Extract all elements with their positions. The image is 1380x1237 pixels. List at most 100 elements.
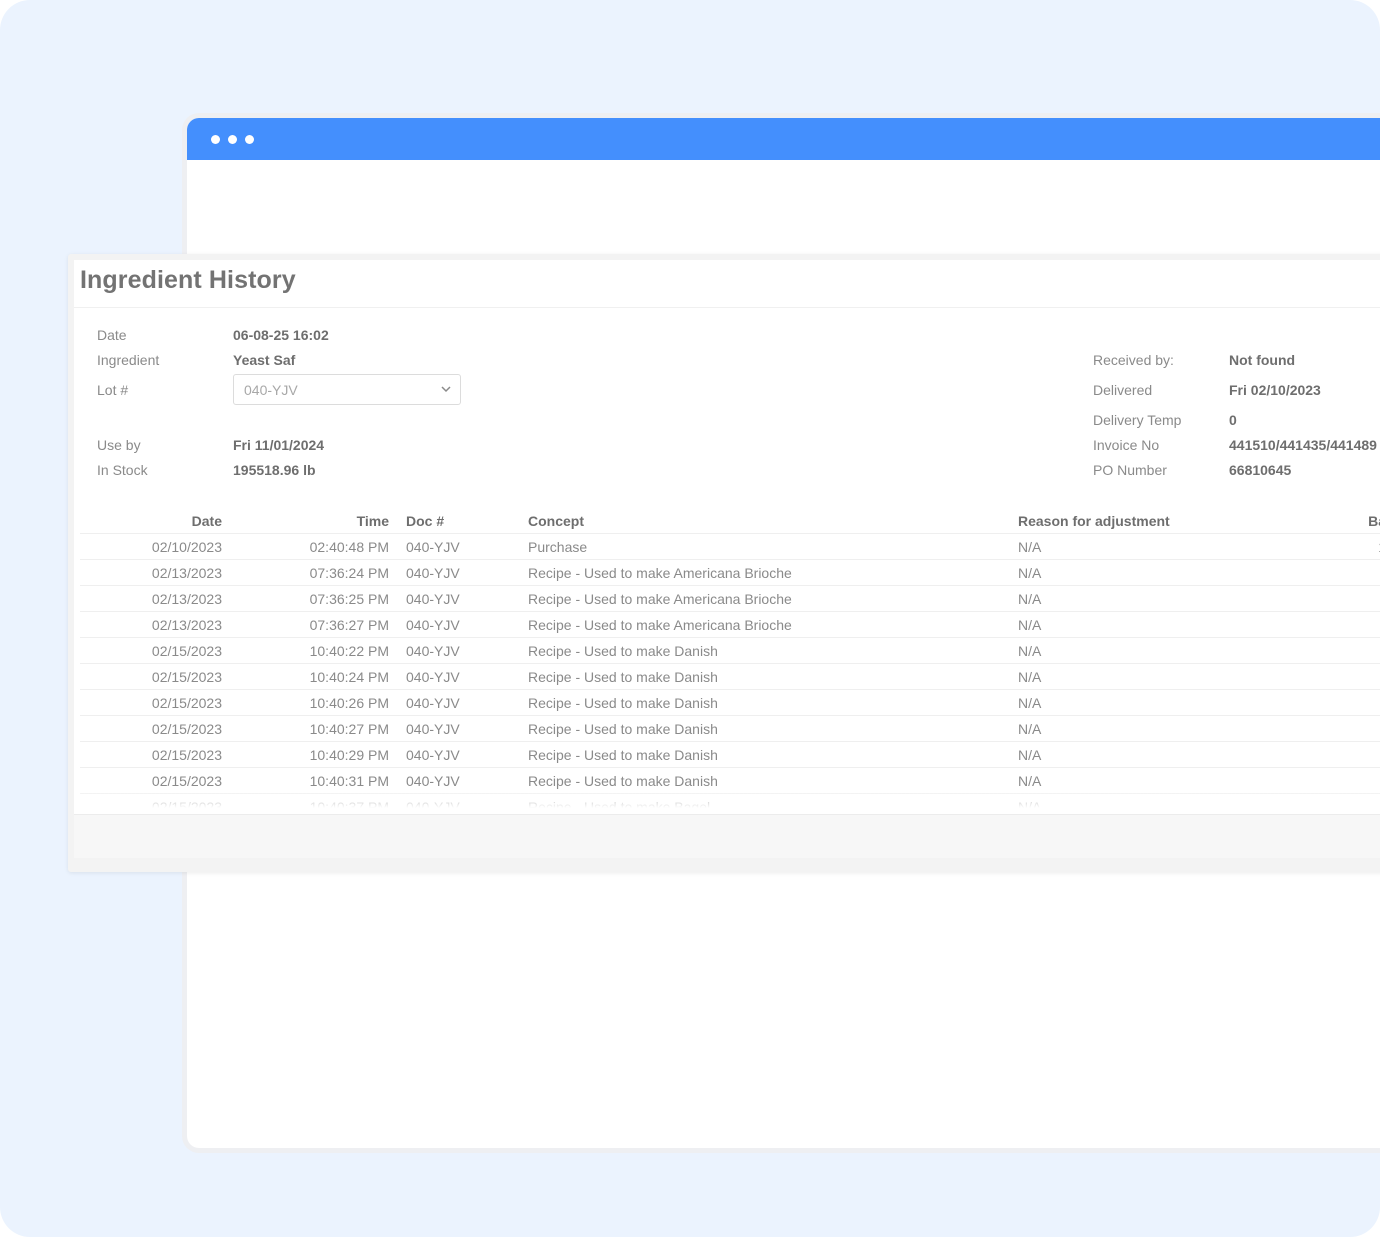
ingredient-value: Yeast Saf bbox=[233, 352, 296, 368]
title-divider bbox=[74, 307, 1380, 308]
cell-time: 02:40:48 PM bbox=[309, 539, 389, 555]
invoice-value: 441510/441435/441489 bbox=[1229, 437, 1377, 453]
cell-time: 10:40:27 PM bbox=[309, 721, 389, 737]
cell-time: 07:36:27 PM bbox=[309, 617, 389, 633]
cell-concept: Recipe - Used to make Americana Brioche bbox=[528, 565, 792, 581]
cell-date: 02/15/2023 bbox=[151, 643, 222, 659]
table-body: 02/10/2023 02:40:48 PM 040-YJV Purchase N/A 1… bbox=[80, 534, 1380, 808]
cell-concept: Purchase bbox=[528, 539, 588, 555]
date-value: 06-08-25 16:02 bbox=[233, 327, 329, 343]
modal-title: Ingredient History bbox=[80, 266, 296, 294]
delivery-temp-value: 0 bbox=[1229, 412, 1237, 428]
table-row[interactable]: 02/15/2023 10:40:29 PM 040-YJV Recipe - Use… bbox=[80, 742, 1380, 768]
cell-doc: 040-YJV bbox=[406, 747, 460, 763]
use-by-value: Fri 11/01/2024 bbox=[233, 437, 325, 453]
header-concept[interactable]: Concept bbox=[528, 513, 584, 529]
ingredient-history-modal: Ingredient History Date 06-08-25 16:02 I… bbox=[68, 254, 1380, 872]
received-by-value: Not found bbox=[1229, 352, 1296, 368]
cell-date: 02/15/2023 bbox=[151, 669, 222, 685]
modal-content: Ingredient History Date 06-08-25 16:02 I… bbox=[74, 260, 1380, 858]
cell-concept: Recipe - Used to make Danish bbox=[528, 643, 718, 659]
cell-doc: 040-YJV bbox=[406, 539, 460, 555]
table-header: Date Time Doc # Concept Reason for adjus… bbox=[80, 510, 1380, 534]
cell-reason: N/A bbox=[1018, 695, 1042, 711]
cell-reason: N/A bbox=[1018, 617, 1042, 633]
table-row[interactable]: 02/15/2023 10:40:22 PM 040-YJV Recipe - Use… bbox=[80, 638, 1380, 664]
cell-time: 10:40:26 PM bbox=[309, 695, 389, 711]
date-label: Date bbox=[97, 327, 127, 343]
delivered-label: Delivered bbox=[1093, 382, 1153, 398]
cell-reason: N/A bbox=[1018, 643, 1042, 659]
po-number-label: PO Number bbox=[1093, 462, 1167, 478]
table-row[interactable]: 02/15/2023 10:40:27 PM 040-YJV Recipe - Use… bbox=[80, 716, 1380, 742]
cell-reason: N/A bbox=[1018, 591, 1042, 607]
cell-time: 10:40:31 PM bbox=[309, 773, 389, 789]
cell-time: 07:36:24 PM bbox=[309, 565, 389, 581]
cell-reason: N/A bbox=[1018, 669, 1042, 685]
invoice-label: Invoice No bbox=[1093, 437, 1160, 453]
cell-doc: 040-YJV bbox=[406, 669, 460, 685]
in-stock-label: In Stock bbox=[97, 462, 148, 478]
cell-doc: 040-YJV bbox=[406, 773, 460, 789]
in-stock-value: 195518.96 lb bbox=[233, 462, 316, 478]
cell-doc: 040-YJV bbox=[406, 617, 460, 633]
modal-footer bbox=[74, 814, 1380, 858]
cell-reason: N/A bbox=[1018, 539, 1042, 555]
cell-time: 10:40:29 PM bbox=[309, 747, 389, 763]
table-row[interactable]: 02/15/2023 10:40:26 PM 040-YJV Recipe - Use… bbox=[80, 690, 1380, 716]
cell-date: 02/15/2023 bbox=[151, 721, 222, 737]
received-by-label: Received by: bbox=[1093, 352, 1174, 368]
cell-time: 10:40:24 PM bbox=[309, 669, 389, 685]
table-row[interactable]: 02/13/2023 07:36:27 PM 040-YJV Recipe - Use… bbox=[80, 612, 1380, 638]
table-row[interactable]: 02/15/2023 10:40:31 PM 040-YJV Recipe - Use… bbox=[80, 768, 1380, 794]
cell-doc: 040-YJV bbox=[406, 565, 460, 581]
table-row[interactable]: 02/15/2023 10:40:24 PM 040-YJV Recipe - Use… bbox=[80, 664, 1380, 690]
cell-date: 02/15/2023 bbox=[151, 773, 222, 789]
cell-doc: 040-YJV bbox=[406, 591, 460, 607]
cell-reason: N/A bbox=[1018, 565, 1042, 581]
cell-concept: Recipe - Used to make Americana Brioche bbox=[528, 617, 792, 633]
header-balance[interactable]: Ba bbox=[1356, 513, 1380, 529]
table-row[interactable]: 02/13/2023 07:36:24 PM 040-YJV Recipe - Use… bbox=[80, 560, 1380, 586]
table-row[interactable]: 02/10/2023 02:40:48 PM 040-YJV Purchase N/A 1 bbox=[80, 534, 1380, 560]
header-date[interactable]: Date bbox=[80, 513, 222, 529]
cell-concept: Recipe - Used to make Danish bbox=[528, 773, 718, 789]
cell-date: 02/15/2023 bbox=[151, 747, 222, 763]
window-dot-icon[interactable] bbox=[245, 134, 254, 144]
cell-balance: 1 bbox=[1356, 539, 1380, 555]
window-dot-icon[interactable] bbox=[211, 134, 220, 144]
header-reason[interactable]: Reason for adjustment bbox=[1018, 513, 1170, 529]
cell-date: 02/10/2023 bbox=[151, 539, 222, 555]
cell-doc: 040-YJV bbox=[406, 643, 460, 659]
cell-doc: 040-YJV bbox=[406, 695, 460, 711]
header-doc[interactable]: Doc # bbox=[406, 513, 444, 529]
cell-reason: N/A bbox=[1018, 747, 1042, 763]
lot-select[interactable]: 040-YJV bbox=[233, 374, 461, 405]
lot-select-value: 040-YJV bbox=[244, 381, 298, 398]
cell-concept: Recipe - Used to make Danish bbox=[528, 669, 718, 685]
table-row[interactable]: 02/13/2023 07:36:25 PM 040-YJV Recipe - Use… bbox=[80, 586, 1380, 612]
cell-concept: Recipe - Used to make Americana Brioche bbox=[528, 591, 792, 607]
po-number-value: 66810645 bbox=[1229, 462, 1292, 478]
page-background: Ingredient History Date 06-08-25 16:02 I… bbox=[0, 0, 1380, 1237]
cell-reason: N/A bbox=[1018, 773, 1042, 789]
cell-doc: 040-YJV bbox=[406, 721, 460, 737]
cell-concept: Recipe - Used to make Danish bbox=[528, 721, 718, 737]
cell-concept: Recipe - Used to make Danish bbox=[528, 747, 718, 763]
cell-time: 10:40:22 PM bbox=[309, 643, 389, 659]
delivery-temp-label: Delivery Temp bbox=[1093, 412, 1182, 428]
cell-date: 02/13/2023 bbox=[151, 565, 222, 581]
chevron-down-icon bbox=[441, 386, 451, 393]
cell-date: 02/15/2023 bbox=[151, 695, 222, 711]
browser-title-bar bbox=[187, 118, 1380, 160]
cell-time: 07:36:25 PM bbox=[309, 591, 389, 607]
lot-label: Lot # bbox=[97, 382, 129, 398]
history-table[interactable]: Date Time Doc # Concept Reason for adjus… bbox=[80, 510, 1380, 808]
cell-concept: Recipe - Used to make Danish bbox=[528, 695, 718, 711]
scroll-fade bbox=[80, 792, 1380, 808]
cell-date: 02/13/2023 bbox=[151, 591, 222, 607]
header-time[interactable]: Time bbox=[230, 513, 389, 529]
use-by-label: Use by bbox=[97, 437, 141, 453]
window-dot-icon[interactable] bbox=[228, 134, 237, 144]
delivered-value: Fri 02/10/2023 bbox=[1229, 382, 1321, 398]
